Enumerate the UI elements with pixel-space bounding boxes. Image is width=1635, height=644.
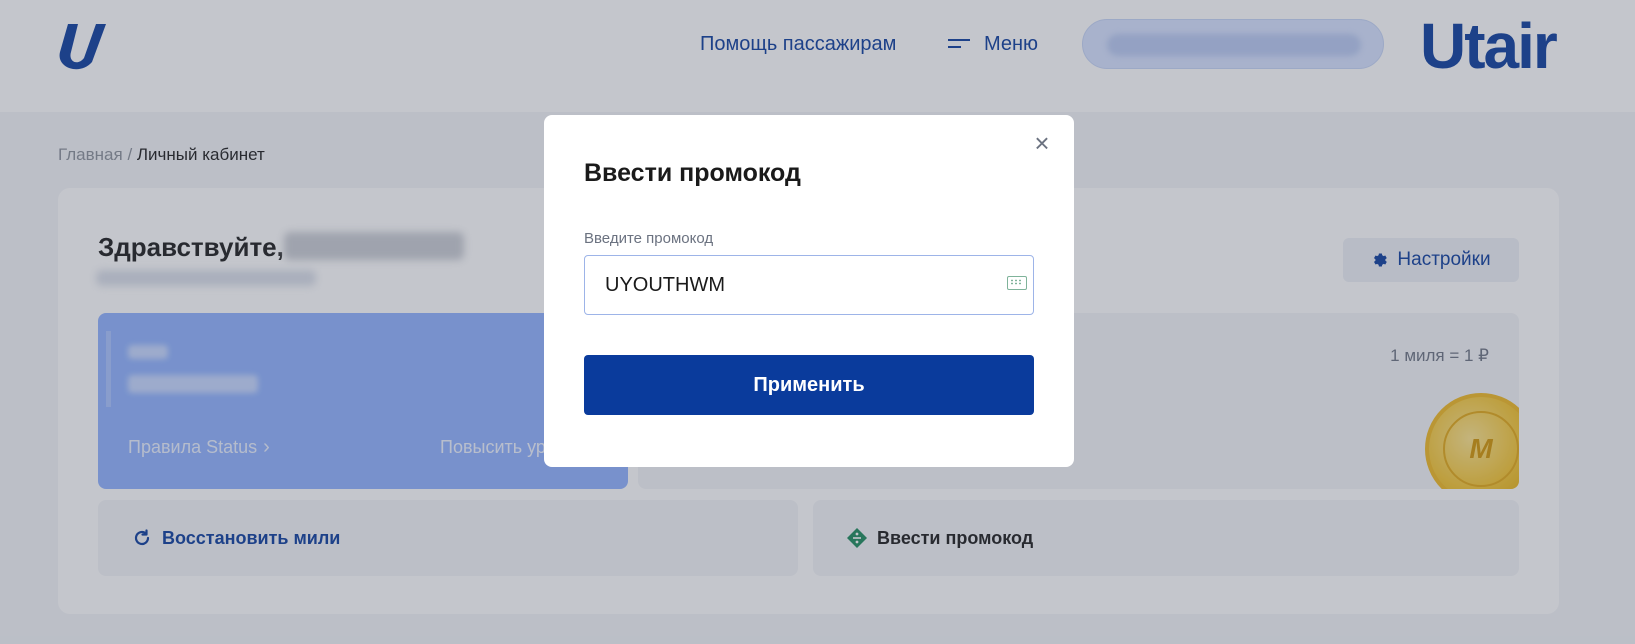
close-icon[interactable]: ×: [1030, 130, 1054, 156]
keyboard-icon[interactable]: [1007, 276, 1027, 290]
modal-title: Ввести промокод: [584, 159, 801, 187]
apply-button[interactable]: Применить: [584, 355, 1034, 415]
promo-code-modal: × Ввести промокод Введите промокод Приме…: [544, 115, 1074, 467]
promo-field-box: [584, 255, 1034, 315]
page: Помощь пассажирам Меню Utair Главная / Л…: [0, 0, 1635, 644]
promo-code-input[interactable]: [585, 256, 975, 314]
promo-field-label: Введите промокод: [584, 230, 714, 247]
